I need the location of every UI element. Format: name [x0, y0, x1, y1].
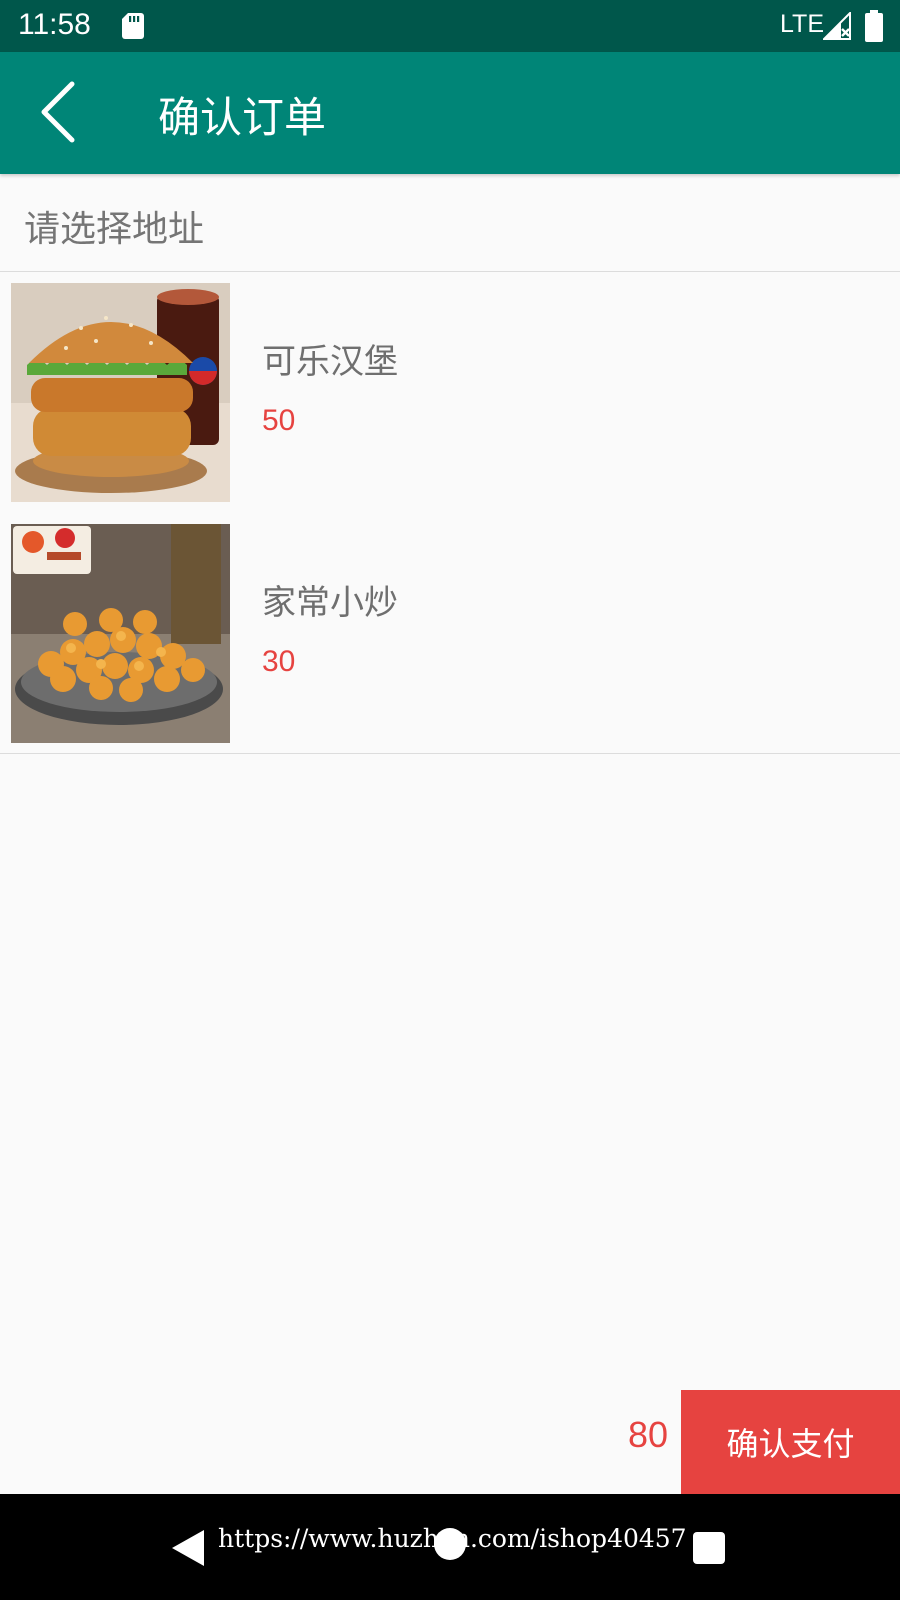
nav-back-icon[interactable] [170, 1528, 206, 1568]
status-bar: 11:58 LTE [0, 0, 900, 52]
signal-icon [823, 12, 851, 40]
item-name: 可乐汉堡 [262, 342, 398, 382]
confirm-pay-button[interactable]: 确认支付 [681, 1390, 900, 1494]
page-title: 确认订单 [158, 93, 327, 142]
fried-chicken-bites-photo [11, 524, 230, 743]
network-type: LTE [780, 10, 824, 38]
watermark-url: https://www.huzhan.com/ishop40457 [218, 1524, 687, 1553]
battery-icon [865, 10, 883, 42]
address-selector[interactable]: 请选择地址 [0, 174, 900, 272]
total-amount: 80 [628, 1414, 669, 1455]
nav-recents-icon[interactable] [693, 1532, 725, 1564]
item-price: 50 [262, 404, 296, 437]
burger-and-cola-photo [11, 283, 230, 502]
list-divider [0, 753, 900, 754]
item-name: 家常小炒 [262, 583, 398, 623]
app-bar: 确认订单 [0, 52, 900, 174]
order-item[interactable]: 可乐汉堡 50 [0, 272, 900, 512]
back-button[interactable] [30, 76, 86, 148]
status-time: 11:58 [18, 8, 91, 41]
order-item[interactable]: 家常小炒 30 [0, 513, 900, 753]
confirm-pay-label: 确认支付 [726, 1425, 855, 1463]
sd-card-icon [122, 13, 144, 39]
address-label: 请选择地址 [24, 209, 205, 250]
nav-bar: https://www.huzhan.com/ishop40457 [0, 1494, 900, 1600]
item-price: 30 [262, 645, 296, 678]
